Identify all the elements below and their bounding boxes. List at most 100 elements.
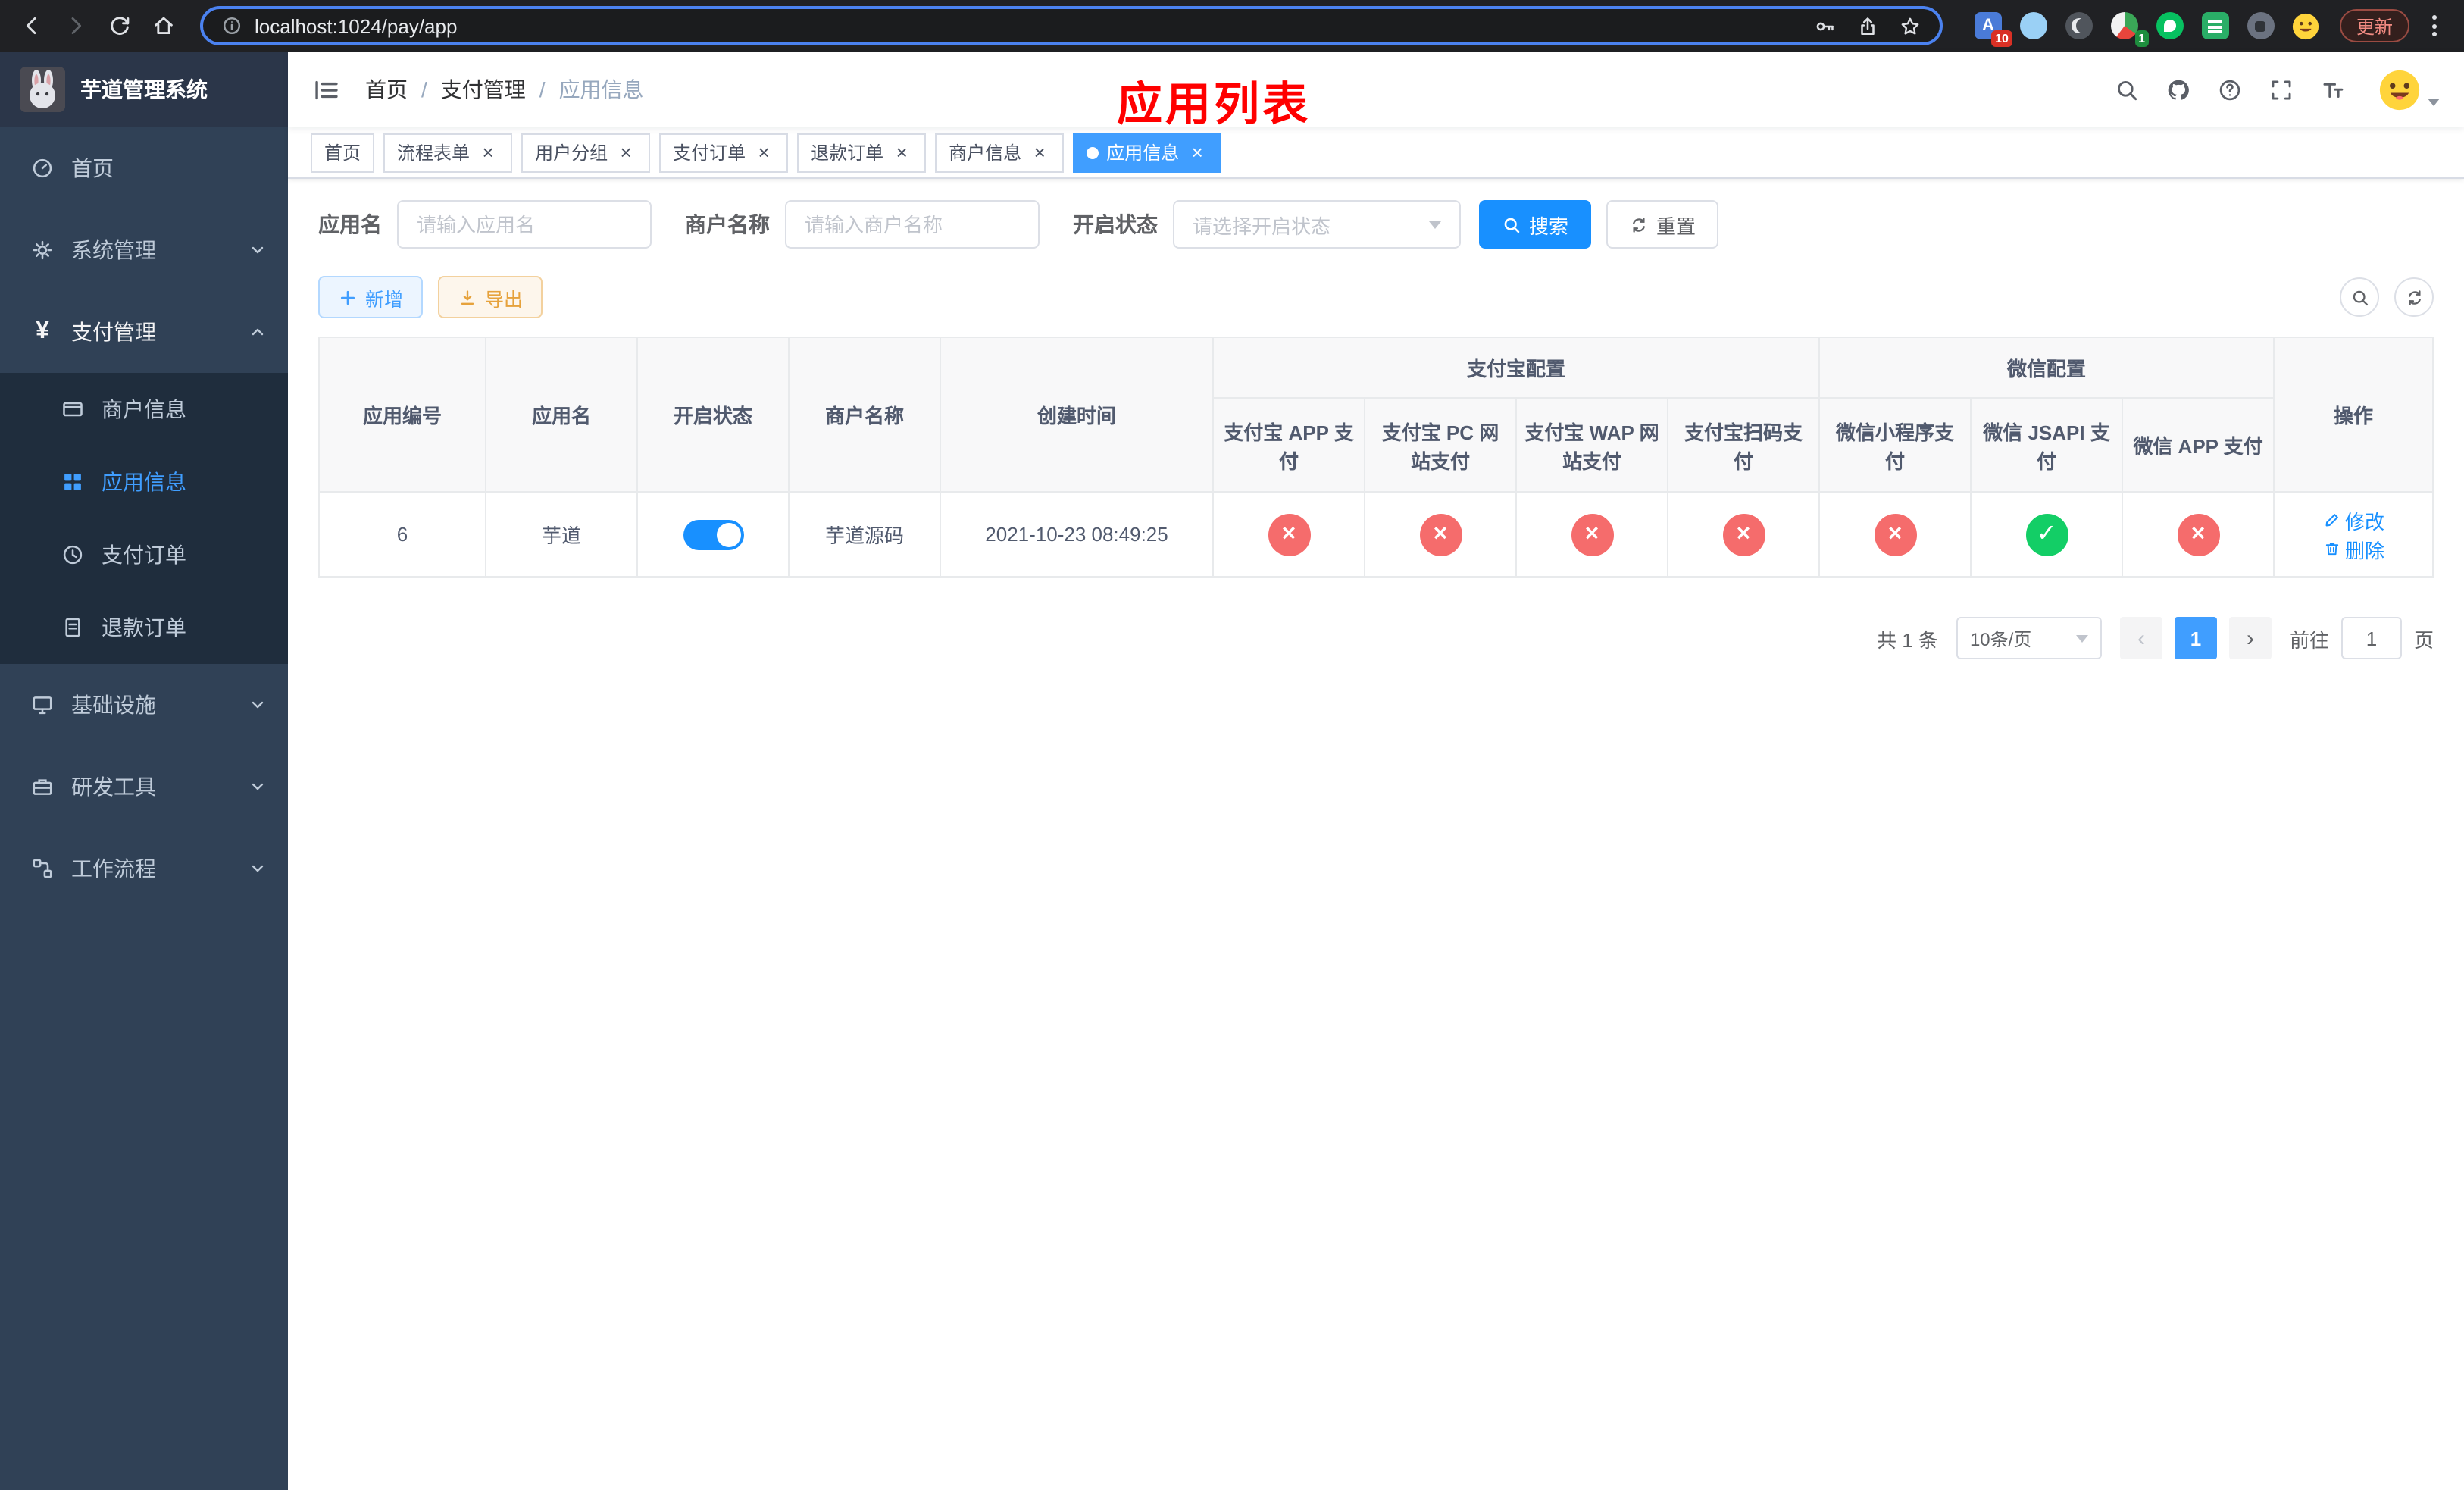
sidebar-item-label: 支付订单 [102, 543, 186, 567]
cell-merchant-name: 芋道源码 [788, 491, 941, 578]
home-button[interactable] [144, 6, 183, 45]
sidebar-item-system[interactable]: 系统管理 [0, 209, 288, 291]
tab-user-group[interactable]: 用户分组 × [521, 133, 651, 172]
status-select[interactable]: 请选择开启状态 [1173, 200, 1461, 249]
goto-page-input[interactable] [2340, 617, 2402, 659]
forward-button[interactable] [56, 6, 95, 45]
col-app-id: 应用编号 [318, 337, 486, 493]
chevron-down-icon [2428, 98, 2440, 105]
search-icon[interactable] [2114, 77, 2140, 102]
toggle-search-button[interactable] [2340, 277, 2379, 317]
tab-process-form[interactable]: 流程表单 × [383, 133, 513, 172]
bookmark-star-icon[interactable] [1899, 14, 1921, 37]
breadcrumb-separator: / [421, 77, 427, 102]
status-toggle[interactable] [683, 519, 743, 549]
sidebar-item-payment[interactable]: ¥ 支付管理 [0, 291, 288, 373]
user-avatar[interactable] [2378, 67, 2440, 111]
screen: localhost:1024/pay/app A 10 1 更新 应用列表 芋道… [0, 0, 2464, 1490]
tab-bar: 首页 流程表单 × 用户分组 × 支付订单 × 退款订单 × 商户信息 × 应用… [288, 127, 2464, 179]
pagination: 共 1 条 10条/页 ‹ 1 › 前往 页 [318, 617, 2434, 659]
extension-icon-notes[interactable] [2199, 9, 2232, 42]
chevron-down-icon [1429, 221, 1441, 228]
export-button[interactable]: 导出 [438, 276, 543, 318]
add-button[interactable]: 新增 [318, 276, 424, 318]
tab-app-info[interactable]: 应用信息 × [1073, 133, 1222, 172]
app-logo[interactable]: 芋道管理系统 [0, 52, 288, 127]
close-tab-icon[interactable]: × [615, 142, 636, 163]
extension-icon-emoji[interactable] [2290, 9, 2323, 42]
github-icon[interactable] [2165, 77, 2191, 102]
fullscreen-icon[interactable] [2269, 77, 2294, 102]
col-alipay-app: 支付宝 APP 支付 [1212, 397, 1365, 493]
extension-icon-wechat[interactable] [2153, 9, 2187, 42]
sidebar-item-dev-tools[interactable]: 研发工具 [0, 746, 288, 828]
edit-link[interactable]: 修改 [2322, 506, 2384, 534]
cell-status [636, 491, 790, 578]
url-bar[interactable]: localhost:1024/pay/app [200, 6, 1943, 45]
extension-icon-darkmode[interactable] [2062, 9, 2096, 42]
col-alipay-pc: 支付宝 PC 网站支付 [1364, 397, 1517, 493]
col-app-name: 应用名 [485, 337, 638, 493]
col-group-alipay: 支付宝配置 [1212, 337, 1821, 399]
goto-label: 前往 [2289, 628, 2329, 651]
tab-home[interactable]: 首页 [311, 133, 375, 172]
password-key-icon[interactable] [1814, 14, 1837, 37]
app-name-input[interactable] [397, 200, 652, 249]
cell-create-time: 2021-10-23 08:49:25 [940, 491, 1214, 578]
hamburger-icon[interactable] [312, 75, 341, 104]
sidebar-item-label: 应用信息 [102, 470, 186, 494]
breadcrumb-payment[interactable]: 支付管理 [441, 74, 526, 105]
tab-payment-orders[interactable]: 支付订单 × [659, 133, 789, 172]
reload-button[interactable] [100, 6, 139, 45]
col-merchant-name: 商户名称 [788, 337, 941, 493]
reset-button[interactable]: 重置 [1606, 200, 1719, 249]
sidebar-item-payment-orders[interactable]: 支付订单 [0, 518, 288, 591]
next-page-button[interactable]: › [2228, 617, 2272, 659]
col-wechat-mini: 微信小程序支付 [1818, 397, 1972, 493]
url-text: localhost:1024/pay/app [255, 14, 458, 37]
page-size-select[interactable]: 10条/页 [1956, 617, 2102, 659]
sidebar-item-app-info[interactable]: 应用信息 [0, 446, 288, 518]
extension-icon-drop[interactable] [2017, 9, 2050, 42]
breadcrumb-current: 应用信息 [558, 77, 644, 102]
delete-link[interactable]: 删除 [2322, 534, 2384, 563]
chevron-up-icon [249, 323, 267, 341]
help-icon[interactable] [2217, 77, 2243, 102]
table-row: 6 芋道 芋道源码 2021-10-23 08:49:25 × × × × × … [318, 491, 2434, 578]
tab-merchant-info[interactable]: 商户信息 × [935, 133, 1065, 172]
browser-update-button[interactable]: 更新 [2339, 9, 2409, 42]
sidebar-item-workflow[interactable]: 工作流程 [0, 828, 288, 909]
close-tab-icon[interactable]: × [1029, 142, 1050, 163]
back-button[interactable] [12, 6, 52, 45]
extension-icon-avatar[interactable]: 1 [2108, 9, 2149, 47]
merchant-name-input[interactable] [785, 200, 1040, 249]
col-alipay-qr: 支付宝扫码支付 [1666, 397, 1821, 493]
sidebar-item-merchant-info[interactable]: 商户信息 [0, 373, 288, 446]
breadcrumb-home[interactable]: 首页 [365, 74, 408, 105]
page-info-icon[interactable] [221, 15, 242, 36]
cell-app-id: 6 [318, 491, 486, 578]
sidebar-item-refund-orders[interactable]: 退款订单 [0, 591, 288, 664]
refresh-button[interactable] [2394, 277, 2434, 317]
search-button[interactable]: 搜索 [1479, 200, 1592, 249]
tab-refund-orders[interactable]: 退款订单 × [797, 133, 927, 172]
close-tab-icon[interactable]: × [891, 142, 912, 163]
page-content: 应用名 商户名称 开启状态 请选择开启状态 [288, 179, 2464, 1490]
close-tab-icon[interactable]: × [1187, 142, 1208, 163]
sidebar-menu: 首页 系统管理 ¥ 支付管理 商户信息 应用信息 支付订单 退款订单 基础设施 … [0, 127, 288, 909]
font-size-icon[interactable] [2320, 77, 2346, 102]
grid-icon [61, 470, 85, 494]
extension-icon-pin[interactable] [2244, 9, 2278, 42]
close-tab-icon[interactable]: × [477, 142, 499, 163]
sidebar-item-label: 基础设施 [71, 693, 156, 717]
close-tab-icon[interactable]: × [753, 142, 774, 163]
prev-page-button[interactable]: ‹ [2119, 617, 2162, 659]
page-1-button[interactable]: 1 [2174, 617, 2217, 659]
col-wechat-app: 微信 APP 支付 [2122, 397, 2275, 493]
share-icon[interactable] [1856, 14, 1879, 37]
sidebar-item-home[interactable]: 首页 [0, 127, 288, 209]
browser-menu-icon[interactable] [2426, 9, 2443, 42]
sidebar-item-infrastructure[interactable]: 基础设施 [0, 664, 288, 746]
extension-icon-translate[interactable]: A 10 [1972, 9, 2012, 47]
toolbox-icon [30, 775, 55, 799]
